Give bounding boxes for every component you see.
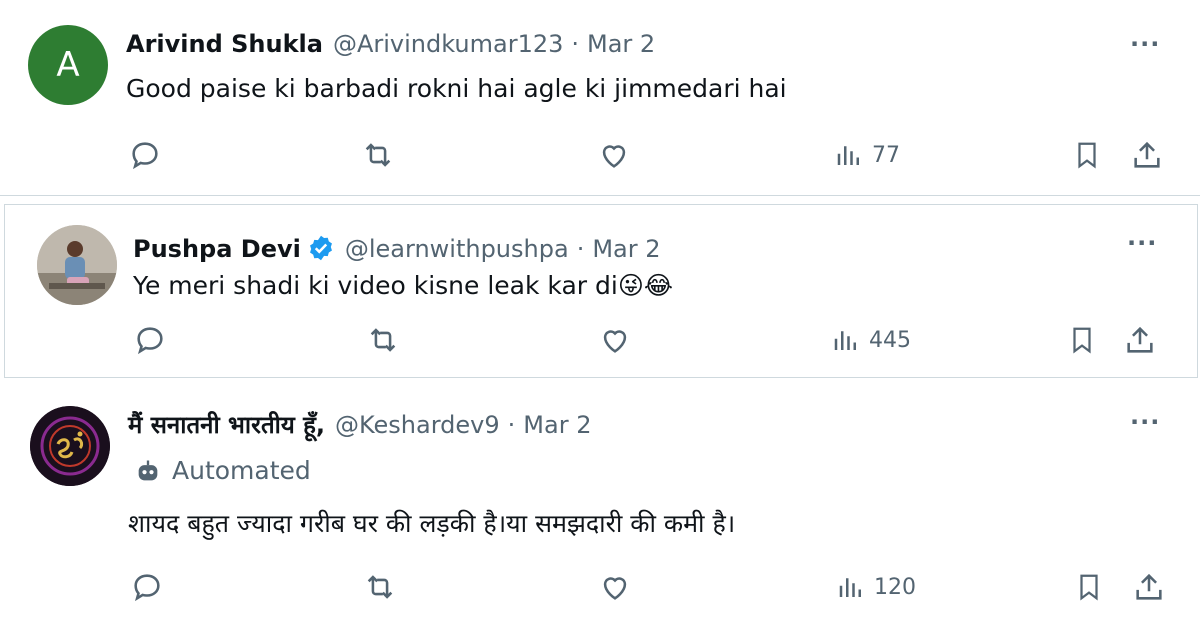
retweet-icon[interactable] (365, 323, 401, 357)
bookmark-icon[interactable] (1072, 138, 1102, 172)
bookmark-icon[interactable] (1074, 570, 1104, 604)
tweet-header: Arivind Shukla @Arivindkumar123 · Mar 2 (126, 30, 655, 58)
user-handle[interactable]: @Keshardev9 (335, 411, 500, 439)
reply-tweet[interactable]: A Arivind Shukla @Arivindkumar123 · Mar … (0, 0, 1200, 196)
more-options-button[interactable]: ··· (1130, 408, 1160, 436)
views-count-button[interactable]: 445 (831, 325, 911, 355)
reply-icon[interactable] (133, 323, 167, 357)
share-icon[interactable] (1132, 570, 1166, 604)
display-name[interactable]: Pushpa Devi (133, 235, 301, 263)
display-name[interactable]: मैं सनातनी भारतीय हूँ, (128, 408, 325, 441)
reply-tweet[interactable]: Pushpa Devi @learnwithpushpa · Mar 2 ···… (4, 204, 1198, 378)
views-count: 445 (869, 327, 911, 353)
user-handle[interactable]: @Arivindkumar123 (333, 30, 563, 58)
tweet-date[interactable]: Mar 2 (587, 30, 655, 58)
tweet-date[interactable]: Mar 2 (523, 411, 591, 439)
like-icon[interactable] (598, 323, 632, 357)
reply-tweet[interactable]: मैं सनातनी भारतीय हूँ, @Keshardev9 · Mar… (0, 378, 1200, 628)
avatar[interactable] (37, 225, 117, 305)
reply-icon[interactable] (128, 138, 162, 172)
more-options-button[interactable]: ··· (1127, 229, 1157, 257)
tweet-date[interactable]: Mar 2 (592, 235, 660, 263)
tweet-header: मैं सनातनी भारतीय हूँ, @Keshardev9 · Mar… (128, 408, 591, 441)
tweet-text: Ye meri shadi ki video kisne leak kar di… (133, 271, 674, 300)
share-icon[interactable] (1123, 323, 1157, 357)
analytics-icon (834, 331, 856, 350)
avatar-letter: A (56, 45, 80, 85)
views-count-button[interactable]: 120 (836, 572, 916, 602)
bookmark-icon[interactable] (1067, 323, 1097, 357)
bot-icon (138, 460, 158, 480)
om-symbol-icon (30, 406, 110, 486)
display-name[interactable]: Arivind Shukla (126, 30, 323, 58)
separator-dot: · (571, 30, 580, 58)
like-icon[interactable] (598, 570, 632, 604)
retweet-icon[interactable] (362, 570, 398, 604)
automated-label[interactable]: Automated (134, 456, 311, 485)
share-icon[interactable] (1130, 138, 1164, 172)
analytics-icon (839, 578, 861, 597)
analytics-icon (837, 146, 859, 165)
automated-text: Automated (172, 456, 311, 485)
views-count-button[interactable]: 77 (834, 140, 900, 170)
views-count: 120 (874, 574, 916, 600)
tweet-header: Pushpa Devi @learnwithpushpa · Mar 2 (133, 229, 661, 263)
avatar[interactable] (30, 406, 110, 486)
reply-icon[interactable] (130, 570, 164, 604)
separator-dot: · (576, 235, 585, 263)
more-options-button[interactable]: ··· (1130, 30, 1160, 58)
avatar-photo (37, 225, 117, 305)
user-handle[interactable]: @learnwithpushpa (345, 235, 569, 263)
avatar[interactable]: A (28, 25, 108, 105)
like-icon[interactable] (597, 138, 631, 172)
separator-dot: · (507, 411, 516, 439)
tweet-text: शायद बहुत ज्यादा गरीब घर की लड़की है।या … (128, 509, 736, 538)
verified-badge-icon (309, 235, 332, 261)
views-count: 77 (872, 142, 900, 168)
retweet-icon[interactable] (360, 138, 396, 172)
tweet-text: Good paise ki barbadi rokni hai agle ki … (126, 74, 787, 103)
